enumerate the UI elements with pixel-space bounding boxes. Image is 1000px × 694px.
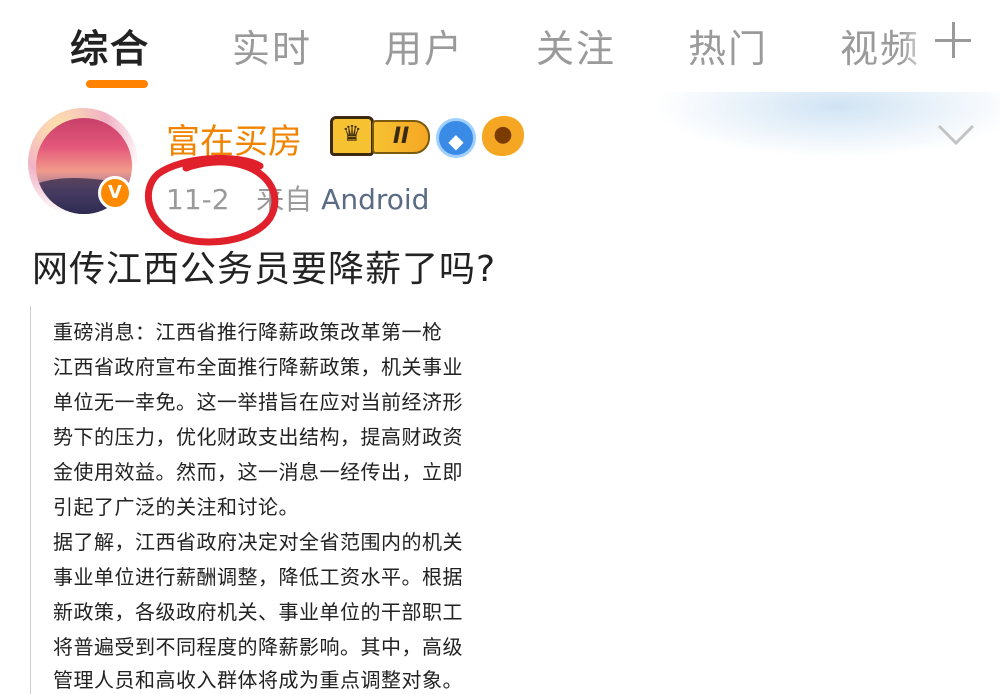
- post-source: Android: [321, 183, 430, 216]
- quote-line: 管理人员和高收入群体将成为重点调整对象。: [53, 668, 463, 692]
- chevron-down-icon[interactable]: [936, 122, 976, 148]
- tab-bar: 综合 实时 用户 关注 热门 视频: [0, 0, 1000, 96]
- tab-users[interactable]: 用户: [384, 18, 464, 73]
- quote-line: 势下的压力，优化财政支出结构，提高财政资: [53, 425, 463, 449]
- quote-line: 事业单位进行薪酬调整，降低工资水平。根据: [53, 565, 463, 589]
- quote-line: 新政策，各级政府机关、事业单位的干部职工: [53, 600, 463, 624]
- quoted-text-block: 重磅消息：江西省推行降薪政策改革第一枪 江西省政府宣布全面推行降薪政策，机关事业…: [30, 306, 510, 694]
- quote-line: 单位无一幸免。这一举措旨在应对当前经济形: [53, 390, 463, 414]
- fish-badge-icon[interactable]: ●: [482, 116, 524, 156]
- quote-line: 金使用效益。然而，这一消息一经传出，立即: [53, 460, 463, 484]
- plus-icon[interactable]: [934, 20, 974, 60]
- active-tab-indicator: [86, 80, 148, 88]
- tab-following[interactable]: 关注: [536, 18, 616, 73]
- tab-realtime[interactable]: 实时: [232, 18, 312, 73]
- verified-badge-icon: V: [98, 176, 132, 210]
- post-title[interactable]: 网传江西公务员要降薪了吗?: [32, 240, 496, 292]
- vip-crown-icon[interactable]: ♛: [330, 116, 374, 156]
- vip-level-badge[interactable]: II: [372, 120, 430, 154]
- quote-line: 据了解，江西省政府决定对全省范围内的机关: [53, 530, 463, 554]
- tab-hot[interactable]: 热门: [688, 18, 768, 73]
- quote-line: 引起了广泛的关注和讨论。: [53, 495, 299, 519]
- quote-line: 江西省政府宣布全面推行降薪政策，机关事业: [53, 355, 463, 379]
- quote-line: 重磅消息：江西省推行降薪政策改革第一枪: [53, 320, 443, 344]
- red-annotation-circle: [144, 155, 279, 246]
- tab-comprehensive[interactable]: 综合: [70, 18, 150, 73]
- shield-badge-icon[interactable]: ◆: [436, 118, 476, 158]
- quote-line: 将普遍受到不同程度的降薪影响。其中，高级: [53, 635, 463, 659]
